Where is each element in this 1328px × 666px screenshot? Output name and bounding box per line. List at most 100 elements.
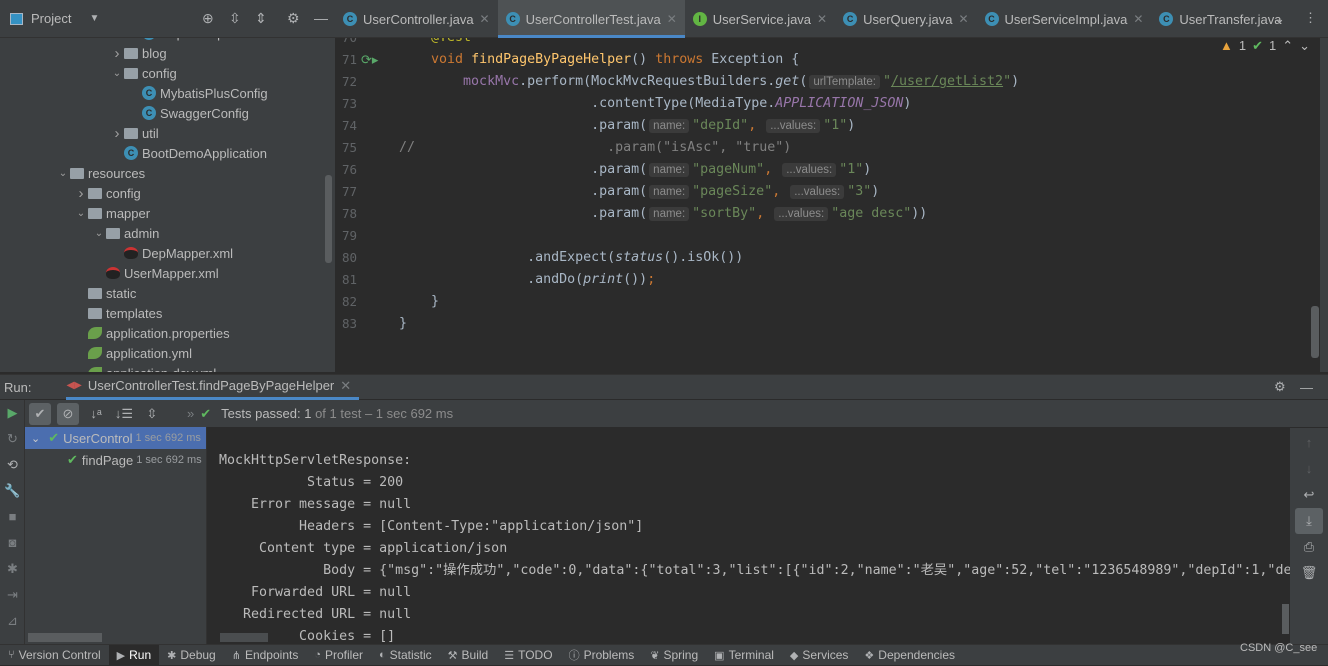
sort-alpha-icon[interactable]: ↓ᵃ bbox=[85, 403, 107, 425]
more-icon[interactable]: ⋮ bbox=[1304, 10, 1317, 26]
close-tab-icon[interactable]: ✕ bbox=[667, 12, 677, 26]
collapse-all-icon[interactable]: ⇕ bbox=[255, 10, 267, 27]
locate-icon[interactable]: ⊕ bbox=[202, 10, 214, 27]
chevron-down-icon[interactable]: ⌄ bbox=[56, 168, 70, 179]
editor-tab[interactable]: C UserControllerTest.java ✕ bbox=[497, 0, 685, 38]
chevron-right-icon[interactable]: › bbox=[110, 125, 124, 142]
trash-icon[interactable]: 🗑 bbox=[1290, 560, 1328, 586]
wrench-icon[interactable]: 🔧 bbox=[0, 478, 25, 504]
up-icon[interactable]: ↑ bbox=[1290, 430, 1328, 456]
tool-window-statistic[interactable]: ◐ Statistic bbox=[371, 645, 440, 666]
project-scrollbar[interactable] bbox=[325, 175, 332, 263]
tree-item[interactable]: UserMapper.xml bbox=[0, 263, 335, 283]
tool-window-build[interactable]: ⚒ Build bbox=[440, 645, 497, 666]
gear-icon[interactable]: ⚙ bbox=[287, 10, 300, 27]
editor-tab[interactable]: C UserQuery.java ✕ bbox=[835, 0, 976, 38]
test-node[interactable]: ⌄ ✔ UserControl 1 sec 692 ms bbox=[25, 427, 206, 449]
tree-item[interactable]: ⌄ config bbox=[0, 63, 335, 83]
tree-item[interactable]: C BootDemoApplication bbox=[0, 143, 335, 163]
rerun-icon[interactable]: ▶ bbox=[0, 400, 25, 426]
tabs-dropdown-icon[interactable]: ⌄ bbox=[1274, 11, 1285, 27]
tool-window-version-control[interactable]: ⑂ Version Control bbox=[0, 645, 109, 666]
run-test-gutter-icon[interactable]: ⟳▸ bbox=[361, 52, 378, 68]
soft-wrap-icon[interactable]: ↩ bbox=[1290, 482, 1328, 508]
tool-window-todo[interactable]: ☰ TODO bbox=[496, 645, 560, 666]
editor-scrollbar[interactable] bbox=[1311, 306, 1319, 358]
tree-item[interactable]: ⌄ mapper bbox=[0, 203, 335, 223]
project-title[interactable]: Project bbox=[31, 11, 71, 26]
tool-window-endpoints[interactable]: ⋔ Endpoints bbox=[224, 645, 307, 666]
pin-icon[interactable]: ⊿ bbox=[0, 608, 25, 634]
tree-item[interactable]: › config bbox=[0, 183, 335, 203]
down-icon[interactable]: ↓ bbox=[1290, 456, 1328, 482]
tree-item[interactable]: DepMapper.xml bbox=[0, 243, 335, 263]
expand-all-icon[interactable]: ⇳ bbox=[229, 10, 241, 27]
show-passed-icon[interactable]: ✔ bbox=[29, 402, 51, 425]
next-highlight-icon[interactable]: ⌄ bbox=[1299, 38, 1310, 54]
tool-window-dependencies[interactable]: ❖ Dependencies bbox=[856, 645, 963, 666]
gear-icon[interactable]: ⚙ bbox=[1274, 379, 1286, 395]
tree-item[interactable]: C SwaggerConfig bbox=[0, 103, 335, 123]
tool-window-terminal[interactable]: ▣ Terminal bbox=[706, 645, 782, 666]
editor-tab[interactable]: C UserTransfer.java bbox=[1151, 0, 1289, 38]
tree-item[interactable]: application-dev.yml bbox=[0, 363, 335, 372]
print-icon[interactable]: ⎙ bbox=[1290, 534, 1328, 560]
chevron-down-icon[interactable]: ⌄ bbox=[31, 432, 40, 445]
tool-window-services[interactable]: ◆ Services bbox=[782, 645, 856, 666]
stop-icon[interactable]: ■ bbox=[0, 504, 25, 530]
hide-icon[interactable]: — bbox=[1300, 380, 1313, 395]
hide-icon[interactable]: — bbox=[314, 10, 328, 26]
sort-duration-icon[interactable]: ↓☰ bbox=[113, 403, 135, 425]
code-editor[interactable]: 70 @Test71 void findPageByPageHelper() t… bbox=[335, 38, 1320, 372]
test-duration: 1 sec 692 ms bbox=[135, 432, 201, 444]
rerun-failed-icon[interactable]: ↻ bbox=[0, 426, 25, 452]
expand-icon[interactable]: ⇳ bbox=[141, 403, 163, 425]
test-node[interactable]: ✔ findPage 1 sec 692 ms bbox=[25, 449, 206, 471]
console-horizontal-scrollbar[interactable] bbox=[220, 633, 268, 642]
tool-window-problems[interactable]: ⓘ Problems bbox=[561, 645, 643, 666]
debug-icon[interactable]: ✱ bbox=[0, 556, 25, 582]
prev-highlight-icon[interactable]: ⌃ bbox=[1282, 38, 1293, 54]
editor-tab[interactable]: C UserController.java ✕ bbox=[335, 0, 498, 38]
tree-item-label: config bbox=[142, 65, 177, 81]
chevron-down-icon[interactable]: ⌄ bbox=[74, 208, 88, 219]
close-tab-icon[interactable]: ✕ bbox=[480, 12, 490, 26]
chevron-down-icon[interactable]: ⌄ bbox=[92, 228, 106, 239]
folder-icon bbox=[88, 187, 102, 199]
close-icon[interactable]: ✕ bbox=[340, 378, 351, 394]
tool-window-profiler[interactable]: ◔ Profiler bbox=[306, 645, 371, 666]
tree-item[interactable]: › blog bbox=[0, 43, 335, 63]
chevron-right-icon[interactable]: › bbox=[74, 185, 88, 202]
close-tab-icon[interactable]: ✕ bbox=[1133, 12, 1143, 26]
editor-tab[interactable]: C UserServiceImpl.java ✕ bbox=[977, 0, 1152, 38]
tree-item[interactable]: application.properties bbox=[0, 323, 335, 343]
close-tab-icon[interactable]: ✕ bbox=[958, 12, 968, 26]
tree-item[interactable]: templates bbox=[0, 303, 335, 323]
console-scrollbar[interactable] bbox=[1282, 604, 1289, 634]
tree-item[interactable]: C MybatisPlusConfig bbox=[0, 83, 335, 103]
tree-item[interactable]: static bbox=[0, 283, 335, 303]
scroll-to-end-icon[interactable]: ⤓ bbox=[1295, 508, 1323, 534]
tool-window-debug[interactable]: ✱ Debug bbox=[159, 645, 224, 666]
check-icon: ✔ bbox=[200, 405, 212, 421]
chevron-right-icon[interactable]: › bbox=[110, 45, 124, 62]
close-tab-icon[interactable]: ✕ bbox=[817, 12, 827, 26]
exit-icon[interactable]: ⇥ bbox=[0, 582, 25, 608]
camera-icon[interactable]: ◙ bbox=[0, 530, 25, 556]
chevron-down-icon[interactable]: ▼ bbox=[89, 13, 99, 24]
tool-window-run[interactable]: ▶ Run bbox=[108, 644, 160, 666]
editor-tab[interactable]: I UserService.java ✕ bbox=[685, 0, 835, 38]
console-output[interactable]: MockHttpServletResponse: Status = 200 Er… bbox=[208, 428, 1290, 644]
show-ignored-icon[interactable]: ⊘ bbox=[57, 402, 79, 425]
tree-item[interactable]: › util bbox=[0, 123, 335, 143]
inspections-widget[interactable]: ▲ 1 ✔ 1 ⌃ ⌄ bbox=[1220, 38, 1310, 54]
toggle-auto-test-icon[interactable]: ⟲ bbox=[0, 452, 25, 478]
tree-item[interactable]: ⌄ admin bbox=[0, 223, 335, 243]
run-tab[interactable]: ◀▶ UserControllerTest.findPageByPageHelp… bbox=[66, 375, 360, 400]
chevron-down-icon[interactable]: ⌄ bbox=[110, 68, 124, 79]
tree-item[interactable]: ⌄ resources bbox=[0, 163, 335, 183]
more-icon[interactable]: » bbox=[187, 406, 194, 421]
tool-window-spring[interactable]: ❦ Spring bbox=[642, 645, 706, 666]
tree-item[interactable]: application.yml bbox=[0, 343, 335, 363]
tree-horizontal-scrollbar[interactable] bbox=[28, 633, 102, 642]
